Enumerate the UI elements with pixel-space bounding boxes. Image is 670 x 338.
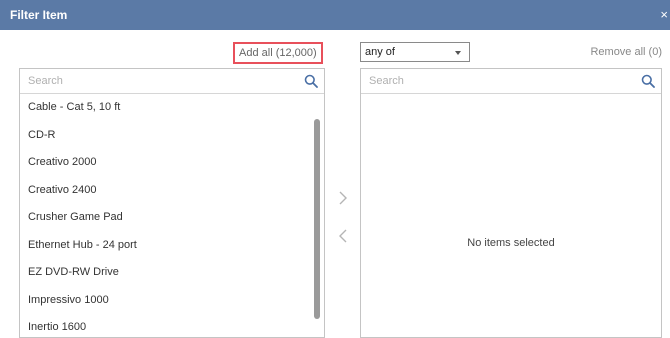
available-search: [20, 69, 324, 94]
list-item[interactable]: EZ DVD-RW Drive: [20, 259, 310, 287]
list-item[interactable]: Crusher Game Pad: [20, 204, 310, 232]
list-item[interactable]: Creativo 2400: [20, 177, 310, 205]
selected-items-panel: No items selected: [360, 68, 662, 338]
available-items-list: Cable - Cat 5, 10 ft CD-R Creativo 2000 …: [20, 94, 310, 337]
match-mode-value: any of: [365, 46, 395, 58]
list-item[interactable]: Impressivo 1000: [20, 287, 310, 315]
list-item[interactable]: Cable - Cat 5, 10 ft: [20, 94, 310, 122]
list-scrollbar[interactable]: [314, 119, 320, 319]
selected-search: [361, 69, 661, 94]
close-icon[interactable]: ×: [660, 7, 668, 22]
available-items-panel: Cable - Cat 5, 10 ft CD-R Creativo 2000 …: [19, 68, 325, 338]
chevron-down-icon: [455, 51, 461, 55]
empty-selection-message: No items selected: [467, 237, 555, 249]
selected-search-input[interactable]: [361, 69, 661, 93]
search-icon[interactable]: [641, 74, 655, 88]
list-item[interactable]: CD-R: [20, 122, 310, 150]
filter-item-dialog: Filter Item × Add all (12,000) Cable - C…: [0, 0, 670, 338]
dialog-titlebar: Filter Item ×: [0, 0, 670, 30]
list-item[interactable]: Creativo 2000: [20, 149, 310, 177]
chevron-right-icon[interactable]: [337, 190, 349, 206]
search-icon[interactable]: [304, 74, 318, 88]
remove-all-button[interactable]: Remove all (0): [590, 46, 662, 58]
list-item[interactable]: Ethernet Hub - 24 port: [20, 232, 310, 260]
match-mode-select[interactable]: any of: [360, 42, 470, 62]
available-search-input[interactable]: [20, 69, 324, 93]
dialog-title: Filter Item: [10, 8, 68, 22]
add-all-button[interactable]: Add all (12,000): [233, 42, 323, 64]
chevron-left-icon[interactable]: [337, 228, 349, 244]
